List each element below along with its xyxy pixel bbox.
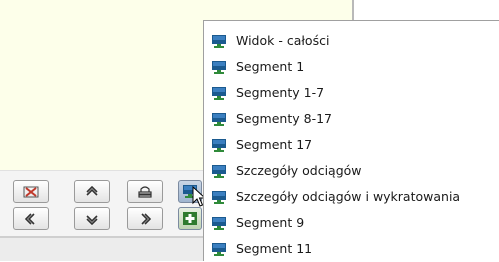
pan-left-button[interactable]	[13, 207, 49, 230]
menu-item-label: Segment 9	[236, 215, 305, 230]
side-panel-top	[354, 0, 499, 22]
monitor-icon	[212, 61, 226, 74]
menu-item-label: Segment 11	[236, 241, 313, 256]
menu-item-label: Segmenty 1-7	[236, 85, 325, 100]
chevron-up-icon	[86, 185, 98, 196]
pan-down-button[interactable]	[74, 207, 110, 230]
menu-item-szczegoly-odciagow-i-wykratowania[interactable]: Szczegóły odciągów i wykratowania	[204, 184, 499, 210]
pan-up-button[interactable]	[74, 180, 110, 203]
monitor-icon	[212, 139, 226, 152]
menu-item-label: Szczegóły odciągów	[236, 163, 362, 178]
zoom-extents-icon	[23, 186, 39, 197]
menu-item-segment-1[interactable]: Segment 1	[204, 54, 499, 80]
menu-item-segment-9[interactable]: Segment 9	[204, 210, 499, 236]
menu-item-segment-11[interactable]: Segment 11	[204, 236, 499, 262]
plan-view-button[interactable]	[127, 180, 163, 203]
monitor-icon	[212, 87, 226, 100]
chevron-right-icon	[141, 212, 151, 225]
chevron-left-icon	[25, 212, 35, 225]
menu-item-label: Szczegóły odciągów i wykratowania	[236, 189, 461, 204]
add-view-button[interactable]	[178, 207, 202, 230]
menu-item-label: Segment 17	[236, 137, 313, 152]
menu-item-segmenty-1-7[interactable]: Segmenty 1-7	[204, 80, 499, 106]
monitor-icon	[212, 243, 226, 256]
pan-right-button[interactable]	[127, 207, 163, 230]
monitor-icon	[212, 35, 226, 48]
menu-item-label: Segment 1	[236, 59, 305, 74]
menu-item-segmenty-8-17[interactable]: Segmenty 8-17	[204, 106, 499, 132]
saved-views-menu: Widok - całości Segment 1 Segmenty 1-7 S…	[203, 20, 499, 261]
menu-item-widok-calosci[interactable]: Widok - całości	[204, 28, 499, 54]
plan-view-icon	[138, 185, 152, 198]
menu-item-label: Segmenty 8-17	[236, 111, 332, 126]
chevron-down-icon	[86, 214, 98, 225]
monitor-icon	[212, 113, 226, 126]
menu-item-segment-17[interactable]: Segment 17	[204, 132, 499, 158]
zoom-extents-button[interactable]	[13, 180, 49, 203]
monitor-icon	[212, 217, 226, 230]
menu-item-label: Widok - całości	[236, 33, 330, 48]
monitor-icon	[212, 191, 226, 204]
menu-item-szczegoly-odciagow[interactable]: Szczegóły odciągów	[204, 158, 499, 184]
monitor-icon	[212, 165, 226, 178]
add-view-icon	[183, 212, 197, 225]
